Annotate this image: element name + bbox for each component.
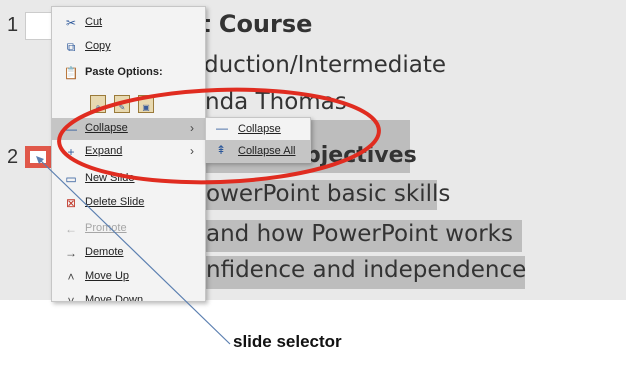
collapse-all-icon: ⇞ (216, 143, 227, 157)
context-menu: ✂ Cut ⧉ Copy 📋 Paste Options: a ✎ ▣ — Co… (51, 6, 206, 302)
slide-title[interactable]: t Course (199, 10, 312, 38)
menu-item-cut[interactable]: ✂ Cut (52, 12, 205, 34)
menu-item-label: Delete Slide (85, 196, 145, 208)
outline-text[interactable]: owerPoint basic skills (206, 181, 450, 207)
paste-merge-formatting-icon[interactable]: ✎ (114, 95, 130, 113)
menu-item-new-slide[interactable]: ▭ New Slide (52, 168, 205, 190)
outline-text[interactable]: nfidence and independence (206, 257, 526, 283)
slide-number: 1 (7, 14, 19, 36)
arrow-left-icon: ← (65, 222, 77, 236)
collapse-submenu: — Collapse ⇞ Collapse All (205, 117, 311, 163)
chevron-up-icon: ˄ (67, 270, 75, 284)
menu-item-label: Cut (85, 16, 103, 28)
arrow-right-icon: → (65, 246, 77, 260)
paste-options-label: Paste Options: (85, 66, 163, 78)
menu-item-copy[interactable]: ⧉ Copy (52, 36, 205, 58)
slide-selector[interactable] (25, 146, 51, 168)
delete-slide-icon: ⊠ (65, 196, 77, 210)
menu-item-label: Demote (85, 246, 124, 258)
clipboard-icon: 📋 (63, 66, 79, 80)
menu-item-demote[interactable]: → Demote (52, 242, 205, 264)
menu-item-label: Promote (85, 222, 127, 234)
menu-item-label: Copy (85, 40, 111, 52)
menu-item-move-down[interactable]: ˅ Move Down (52, 290, 205, 302)
menu-item-collapse[interactable]: — Collapse › (52, 118, 205, 140)
menu-item-delete-slide[interactable]: ⊠ Delete Slide (52, 192, 205, 214)
slide-title[interactable]: bjectives (305, 143, 417, 168)
paste-options-header: 📋 Paste Options: (52, 62, 205, 84)
menu-item-label: Expand (85, 145, 123, 157)
slide-number: 2 (7, 146, 19, 168)
plus-icon: + (67, 145, 75, 159)
submenu-item-label: Collapse (238, 123, 281, 135)
menu-item-move-up[interactable]: ˄ Move Up (52, 266, 205, 288)
scissors-icon: ✂ (65, 16, 77, 30)
submenu-item-collapse[interactable]: — Collapse (206, 118, 310, 140)
menu-item-label: Collapse (85, 122, 128, 134)
copy-icon: ⧉ (66, 39, 76, 54)
outline-text[interactable]: nda Thomas (205, 89, 347, 115)
chevron-right-icon: › (190, 144, 194, 158)
paste-picture-icon[interactable]: ▣ (138, 95, 154, 113)
outline-text[interactable]: duction/Intermediate (204, 52, 446, 78)
menu-item-label: New Slide (85, 172, 135, 184)
annotation-label: slide selector (233, 332, 342, 351)
menu-item-label: Move Down (85, 294, 144, 302)
submenu-item-collapse-all[interactable]: ⇞ Collapse All (206, 140, 310, 162)
new-slide-icon: ▭ (65, 172, 77, 186)
chevron-right-icon: › (190, 121, 194, 135)
menu-item-expand[interactable]: + Expand › (52, 141, 205, 163)
paste-keep-formatting-icon[interactable]: a (90, 95, 106, 113)
submenu-item-label: Collapse All (238, 145, 296, 157)
menu-item-label: Move Up (85, 270, 130, 282)
menu-item-promote: ← Promote (52, 218, 205, 240)
outline-text[interactable]: and how PowerPoint works (206, 221, 513, 247)
minus-icon: — (65, 122, 77, 136)
minus-icon: — (216, 121, 228, 135)
chevron-down-icon: ˅ (67, 294, 75, 302)
